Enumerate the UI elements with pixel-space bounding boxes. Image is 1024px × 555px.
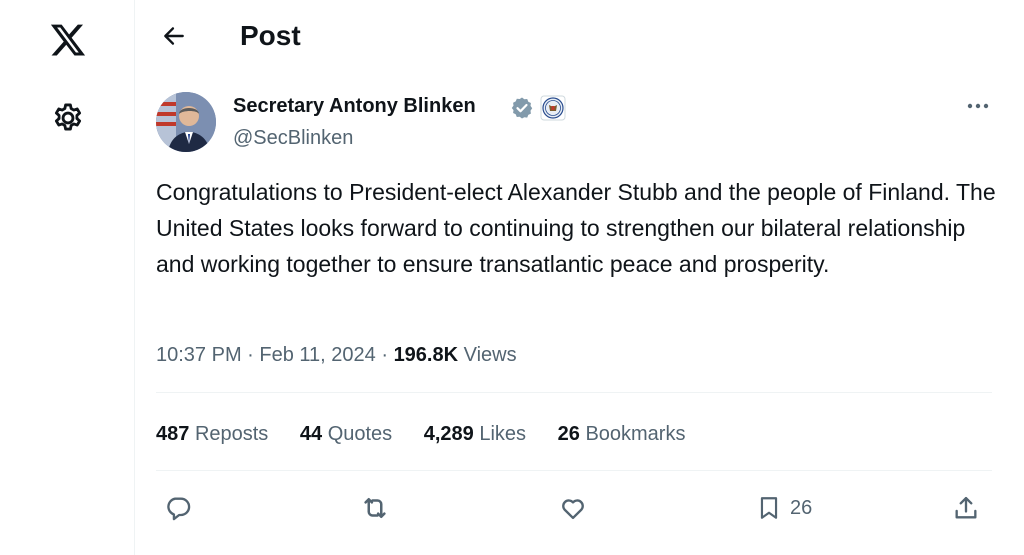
post-time[interactable]: 10:37 PM [156,344,242,366]
government-seal-icon [540,95,566,121]
bookmarks-stat[interactable]: 26 Bookmarks [558,420,686,448]
bookmark-button[interactable]: 26 [756,486,812,530]
author-name[interactable]: Secretary Antony Blinken [233,92,476,120]
bookmark-count: 26 [790,496,813,519]
share-button[interactable] [952,486,980,530]
reply-button[interactable] [164,486,192,530]
post-header: Post [134,0,994,72]
meta-separator: · [241,344,260,366]
views-label: Views [463,344,517,366]
views-count: 196.8K [393,344,459,366]
repost-button[interactable] [360,486,390,530]
gear-icon[interactable] [50,100,86,136]
page-title: Post [240,20,301,51]
post-meta: 10:37 PM · Feb 11, 2024 · 196.8K Views [156,340,517,370]
action-bar: 26 [156,486,996,530]
post-date[interactable]: Feb 11, 2024 [259,344,375,366]
meta-separator: · [375,344,394,366]
share-icon [955,496,977,519]
post-text: Congratulations to President-elect Alexa… [156,179,996,277]
x-logo-icon[interactable] [48,20,88,60]
like-icon [562,499,584,520]
repost-icon [364,498,386,518]
like-button[interactable] [558,486,588,530]
divider [156,470,992,471]
verified-badge-icon [510,96,534,120]
likes-stat[interactable]: 4,289 Likes [424,420,526,448]
reply-icon [167,497,191,521]
back-arrow-icon[interactable] [156,18,192,54]
avatar[interactable] [156,92,216,152]
engagement-stats: 487 Reposts 44 Quotes 4,289 Likes 26 Boo… [156,420,711,448]
divider [156,392,992,393]
reposts-stat[interactable]: 487 Reposts [156,420,268,448]
post-view: Post Secretary Antony Blinken @SecBlinke… [134,0,1024,555]
author-handle[interactable]: @SecBlinken [233,124,353,152]
quotes-stat[interactable]: 44 Quotes [300,420,392,448]
bookmark-icon [760,497,778,519]
more-icon[interactable] [960,92,996,120]
left-rail [0,0,135,555]
